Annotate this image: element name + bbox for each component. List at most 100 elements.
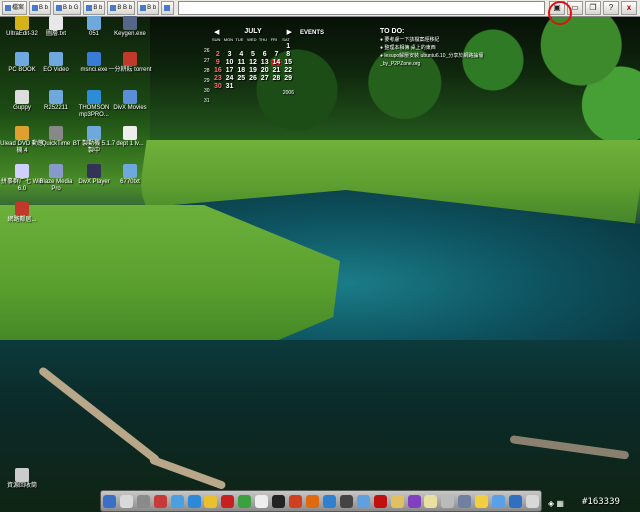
- folder-icon[interactable]: [390, 494, 404, 508]
- calendar-day[interactable]: 9: [212, 59, 224, 66]
- calendar-day[interactable]: 6: [259, 51, 271, 58]
- smile-icon[interactable]: [475, 494, 489, 508]
- folder-icon: [87, 126, 101, 140]
- app-icon: [49, 164, 63, 178]
- paint-icon[interactable]: [153, 494, 167, 508]
- grid-icon: [56, 5, 63, 11]
- app-icon: [15, 164, 29, 178]
- calendar-day[interactable]: 4: [235, 51, 247, 58]
- globe-icon[interactable]: [187, 494, 201, 508]
- bin-icon[interactable]: [526, 494, 539, 508]
- toolbar-button-6[interactable]: B b: [137, 1, 160, 15]
- calendar-day[interactable]: 31: [224, 83, 236, 90]
- calendar-day[interactable]: 13: [259, 59, 271, 66]
- prev-month-icon[interactable]: ◀: [214, 28, 219, 36]
- help-icon[interactable]: ?: [603, 1, 619, 15]
- calendar-day: [271, 83, 283, 90]
- calendar-day[interactable]: 12: [247, 59, 259, 66]
- wrench-icon[interactable]: [458, 494, 472, 508]
- cd-icon[interactable]: [119, 494, 133, 508]
- torrent-icon: [123, 52, 137, 66]
- restore-icon[interactable]: ❐: [585, 1, 601, 15]
- calendar-day[interactable]: 5: [247, 51, 259, 58]
- calendar-day[interactable]: 20: [259, 67, 271, 74]
- mail-icon[interactable]: [289, 494, 303, 508]
- toolbar-button-file[interactable]: 檔案: [2, 1, 28, 15]
- calendar-day[interactable]: 23: [212, 75, 224, 82]
- image-icon[interactable]: [407, 494, 421, 508]
- eject-icon[interactable]: [255, 494, 269, 508]
- calendar-day[interactable]: 18: [235, 67, 247, 74]
- desktop-icon[interactable]: Keygen.exe: [108, 16, 152, 38]
- desktop-icon[interactable]: DivX Movies: [108, 90, 152, 112]
- todo-widget: TO DO: ● 要考慮一下該檔案經移紀 ● 整理本相簿 桌上的東西 ● les…: [380, 28, 490, 68]
- toolbar-button-7[interactable]: [161, 1, 175, 15]
- finder-icon[interactable]: [170, 494, 184, 508]
- desktop-icon[interactable]: 網路鄰居...: [0, 202, 44, 224]
- toolbar-button-3[interactable]: B b G: [53, 1, 82, 15]
- calendar-day[interactable]: 7: [271, 51, 283, 58]
- top-toolbar: 檔案 B b B b G B b B B b B b ▣ ▭ ❐ ? x: [0, 0, 640, 17]
- chrome-icon[interactable]: [238, 494, 252, 508]
- events-link[interactable]: EVENTS: [300, 30, 324, 36]
- desktop-icon[interactable]: dept 1 lv...: [108, 126, 152, 148]
- pdf-icon[interactable]: [221, 494, 235, 508]
- desktop-icon[interactable]: 資源回收筒: [0, 468, 44, 490]
- weekday-label: THU: [258, 37, 268, 42]
- calendar-day: [259, 43, 271, 50]
- toolbar-button-2[interactable]: B b: [29, 1, 52, 15]
- calendar-day[interactable]: 1: [282, 43, 294, 50]
- calendar-day[interactable]: 15: [282, 59, 294, 66]
- grid-icon: [86, 5, 93, 11]
- calendar-day[interactable]: 24: [224, 75, 236, 82]
- help-icon[interactable]: [509, 494, 523, 508]
- calendar-day[interactable]: 3: [224, 51, 236, 58]
- calendar-day: [271, 43, 283, 50]
- calendar-day[interactable]: 17: [224, 67, 236, 74]
- calendar-day[interactable]: 29: [282, 75, 294, 82]
- calendar-day[interactable]: 28: [271, 75, 283, 82]
- grid-icon: [32, 5, 39, 11]
- calendar-day[interactable]: 30: [212, 83, 224, 90]
- calendar-day[interactable]: 2: [212, 51, 224, 58]
- highlight-circle: [548, 1, 572, 25]
- alarm-icon[interactable]: [322, 494, 336, 508]
- todo-item: ● 要考慮一下該檔案經移紀: [380, 37, 440, 43]
- calendar-day[interactable]: 19: [247, 67, 259, 74]
- calendar-day[interactable]: 10: [224, 59, 236, 66]
- calendar-day[interactable]: 22: [282, 67, 294, 74]
- toolbar-button-5[interactable]: B B b: [107, 1, 136, 15]
- calendar-day[interactable]: 8: [282, 51, 294, 58]
- firefox-icon[interactable]: [306, 494, 320, 508]
- toolbar-address-field[interactable]: [178, 1, 545, 15]
- calendar-day[interactable]: 21: [271, 67, 283, 74]
- weekday-label: SUN: [212, 37, 221, 42]
- star-icon[interactable]: [272, 494, 286, 508]
- recycle-bin-icon: [15, 468, 29, 482]
- toolbar-button-4[interactable]: B b: [83, 1, 106, 15]
- chat-icon[interactable]: [492, 494, 506, 508]
- app-icon: [123, 90, 137, 104]
- tools-icon[interactable]: [136, 494, 150, 508]
- calendar-day[interactable]: 27: [259, 75, 271, 82]
- monitor-icon[interactable]: [102, 494, 116, 508]
- red-icon[interactable]: [373, 494, 387, 508]
- next-month-icon[interactable]: ▶: [287, 28, 292, 36]
- calendar-day[interactable]: 16: [212, 67, 224, 74]
- music-icon[interactable]: [204, 494, 218, 508]
- calendar-day[interactable]: 25: [235, 75, 247, 82]
- calendar-year: 2006: [282, 90, 294, 96]
- weekday-label: SAT: [282, 37, 290, 42]
- trash-icon[interactable]: [441, 494, 455, 508]
- calendar-day-today[interactable]: 14: [270, 59, 283, 66]
- calendar-day[interactable]: 11: [235, 59, 247, 66]
- clock-icon[interactable]: [339, 494, 353, 508]
- pencil-icon[interactable]: [424, 494, 438, 508]
- todo-item: ● 整理本相簿 桌上的東西: [380, 45, 436, 51]
- photo-icon[interactable]: [356, 494, 370, 508]
- desktop-icon[interactable]: 一分耕耘 torrent: [108, 52, 152, 74]
- close-icon[interactable]: x: [621, 1, 637, 15]
- calendar-day[interactable]: 26: [247, 75, 259, 82]
- desktop-icon[interactable]: 6770txt: [108, 164, 152, 186]
- calendar-widget: ◀ JULY ▶ SUN MON TUE WED THU FRI SAT 26 …: [204, 28, 294, 104]
